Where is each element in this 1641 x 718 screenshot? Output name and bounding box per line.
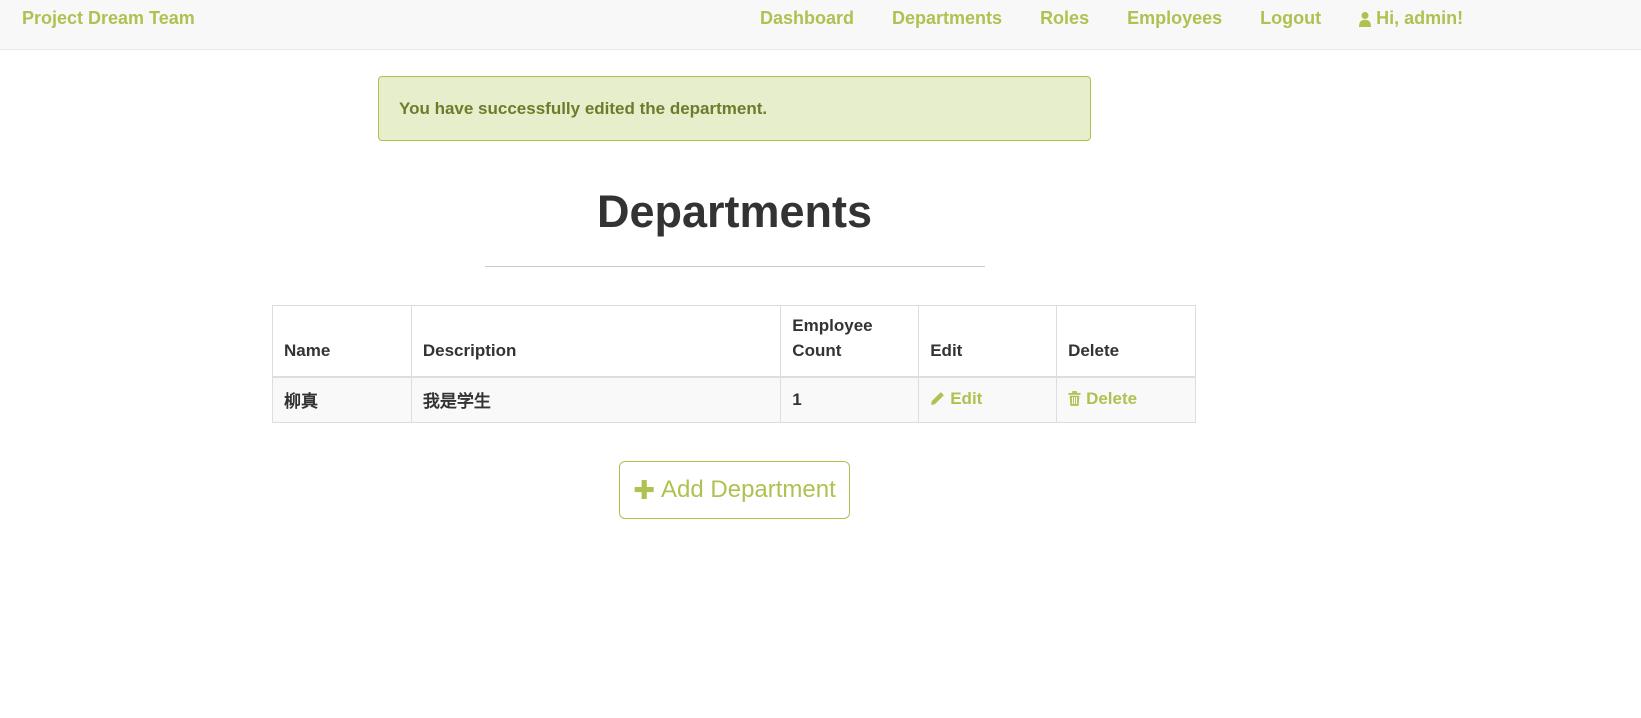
plus-icon: ✚ (633, 474, 656, 505)
add-department-button[interactable]: ✚ Add Department (619, 461, 850, 519)
title-divider (485, 266, 985, 267)
trash-icon (1068, 391, 1081, 406)
header-description: Description (410, 305, 782, 378)
pencil-icon (931, 392, 945, 405)
header-employee-count: Employee Count (780, 305, 920, 378)
nav-employees-link[interactable]: Employees (1127, 8, 1222, 29)
alert-message: You have successfully edited the departm… (399, 98, 768, 118)
top-navbar: Project Dream Team Dashboard Departments… (0, 0, 1641, 50)
add-department-label: Add Department (661, 476, 836, 503)
nav-links: Dashboard Departments Roles Employees Lo… (760, 8, 1501, 29)
nav-dashboard-link[interactable]: Dashboard (760, 8, 854, 29)
edit-label: Edit (950, 388, 983, 408)
cell-employee-count: 1 (780, 376, 920, 423)
brand-link[interactable]: Project Dream Team (22, 8, 195, 29)
header-delete: Delete (1056, 305, 1196, 378)
table-row: 柳真 我是学生 1 Edit Delete (272, 376, 1196, 423)
table-header-row: Name Description Employee Count Edit Del… (272, 305, 1196, 378)
nav-logout-link[interactable]: Logout (1260, 8, 1321, 29)
nav-roles-link[interactable]: Roles (1040, 8, 1089, 29)
success-alert: You have successfully edited the departm… (378, 76, 1091, 141)
nav-user-link[interactable]: Hi, admin! (1359, 8, 1463, 29)
cell-description: 我是学生 (410, 376, 782, 423)
departments-table: Name Description Employee Count Edit Del… (272, 305, 1196, 423)
header-edit: Edit (918, 305, 1058, 378)
header-name: Name (272, 305, 412, 378)
delete-label: Delete (1086, 388, 1138, 408)
page-title: Departments (596, 186, 873, 237)
user-icon (1359, 11, 1372, 27)
nav-user-label: Hi, admin! (1376, 8, 1464, 28)
edit-link[interactable]: Edit (930, 389, 982, 409)
cell-delete: Delete (1056, 376, 1196, 423)
cell-name: 柳真 (272, 376, 412, 423)
cell-edit: Edit (918, 376, 1058, 423)
nav-departments-link[interactable]: Departments (892, 8, 1002, 29)
delete-link[interactable]: Delete (1068, 389, 1137, 409)
